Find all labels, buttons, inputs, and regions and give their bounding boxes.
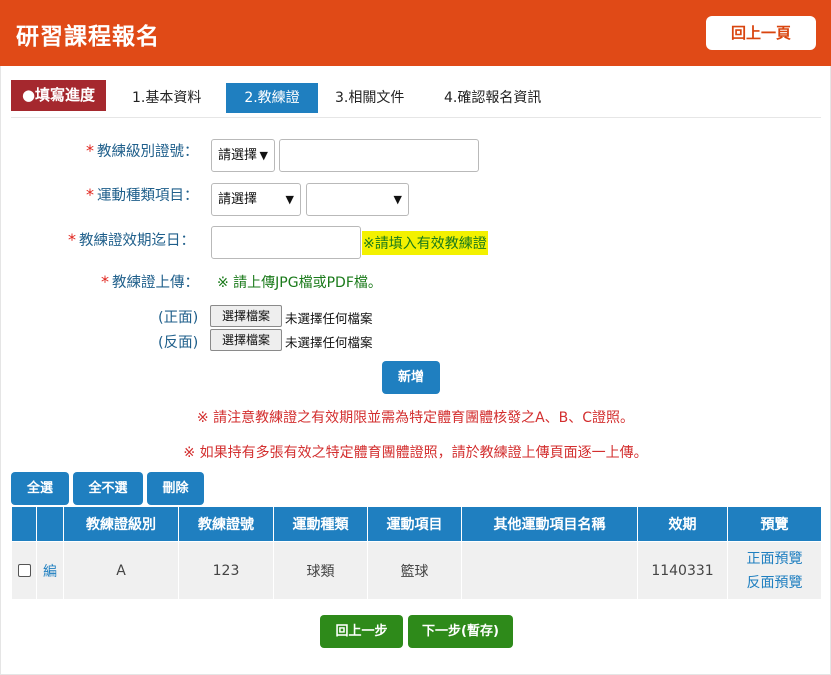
level-label-row: * 教練級別證號： xyxy=(86,140,199,161)
sport-label-row: * 運動種類項目： xyxy=(86,184,199,205)
header-edit-col xyxy=(36,506,64,542)
back-side-label: (反面) xyxy=(158,335,199,351)
expiry-label: 教練證效期迄日： xyxy=(79,233,195,249)
cell-expiry: 1140331 xyxy=(637,541,728,600)
sport-label: 運動種類項目： xyxy=(97,188,199,204)
header-item: 運動項目 xyxy=(367,506,462,542)
level-number-input[interactable] xyxy=(279,139,479,172)
prev-step-button[interactable]: 回上一步 xyxy=(320,615,403,648)
sport-category-select[interactable]: 請選擇 ▼ xyxy=(211,183,301,216)
required-mark: * xyxy=(86,185,94,204)
header-level: 教練證級別 xyxy=(63,506,179,542)
tab-divider xyxy=(11,117,821,118)
tab-basic-info[interactable]: 1.基本資料 xyxy=(132,83,201,113)
upload-hint: ※ 請上傳JPG檔或PDF檔。 xyxy=(217,275,382,291)
add-button[interactable]: 新增 xyxy=(382,361,440,394)
page-header: 研習課程報名 回上一頁 xyxy=(0,0,831,66)
next-step-save-button[interactable]: 下一步(暫存) xyxy=(408,615,513,648)
choose-back-file-button[interactable]: 選擇檔案 xyxy=(210,329,282,351)
expiry-hint: ※請填入有效教練證 xyxy=(362,231,488,255)
upload-label: 教練證上傳： xyxy=(112,275,199,291)
progress-badge: ●填寫進度 xyxy=(11,80,106,111)
header-number: 教練證號 xyxy=(178,506,274,542)
header-checkbox-col xyxy=(11,506,37,542)
select-all-button[interactable]: 全選 xyxy=(11,472,69,505)
cell-category: 球類 xyxy=(273,541,368,600)
cell-other-item xyxy=(461,541,638,600)
upload-label-row: * 教練證上傳： xyxy=(101,271,199,292)
tab-confirm-info[interactable]: 4.確認報名資訊 xyxy=(444,83,541,113)
required-mark: * xyxy=(101,272,109,291)
front-file-status: 未選擇任何檔案 xyxy=(285,311,373,326)
tab-related-documents[interactable]: 3.相關文件 xyxy=(335,83,404,113)
chevron-down-icon: ▼ xyxy=(393,193,402,206)
level-select[interactable]: 請選擇 ▼ xyxy=(211,139,275,172)
tab-coach-license[interactable]: 2.教練證 xyxy=(226,83,318,113)
front-side-label: (正面) xyxy=(158,310,199,326)
back-page-button[interactable]: 回上一頁 xyxy=(706,16,816,50)
cell-preview: 正面預覽 反面預覽 xyxy=(727,541,822,600)
cell-level: A xyxy=(63,541,179,600)
row-edit-cell: 編 xyxy=(36,541,64,600)
notice-multiple-licenses: ※ 如果持有多張有效之特定體育團體證照，請於教練證上傳頁面逐一上傳。 xyxy=(183,445,648,461)
header-preview: 預覽 xyxy=(727,506,822,542)
cell-item: 籃球 xyxy=(367,541,462,600)
edit-link[interactable]: 編 xyxy=(43,564,57,580)
header-category: 運動種類 xyxy=(273,506,368,542)
preview-front-link[interactable]: 正面預覽 xyxy=(728,547,821,571)
delete-button[interactable]: 刪除 xyxy=(147,472,204,505)
license-table: 教練證級別 教練證號 運動種類 運動項目 其他運動項目名稱 效期 預覽 編 A … xyxy=(11,506,822,600)
header-other-item: 其他運動項目名稱 xyxy=(461,506,638,542)
required-mark: * xyxy=(86,141,94,160)
chevron-down-icon: ▼ xyxy=(285,193,294,206)
row-checkbox[interactable] xyxy=(17,564,31,577)
deselect-all-button[interactable]: 全不選 xyxy=(73,472,143,505)
level-label: 教練級別證號： xyxy=(97,144,199,160)
required-mark: * xyxy=(68,230,76,249)
header-expiry: 效期 xyxy=(637,506,728,542)
notice-validity: ※ 請注意教練證之有效期限並需為特定體育團體核發之A、B、C證照。 xyxy=(196,410,635,426)
expiry-label-row: * 教練證效期迄日： xyxy=(68,229,195,250)
expiry-date-input[interactable] xyxy=(211,226,361,259)
cell-number: 123 xyxy=(178,541,274,600)
sport-category-select-value: 請選擇 xyxy=(218,192,258,207)
level-select-value: 請選擇 xyxy=(218,148,258,163)
row-checkbox-cell xyxy=(11,541,37,600)
page-title: 研習課程報名 xyxy=(16,24,160,50)
sport-item-select[interactable]: ▼ xyxy=(306,183,409,216)
preview-back-link[interactable]: 反面預覽 xyxy=(728,571,821,595)
table-row: 編 A 123 球類 籃球 1140331 正面預覽 反面預覽 xyxy=(11,541,822,600)
chevron-down-icon: ▼ xyxy=(259,149,268,162)
choose-front-file-button[interactable]: 選擇檔案 xyxy=(210,305,282,327)
table-header-row: 教練證級別 教練證號 運動種類 運動項目 其他運動項目名稱 效期 預覽 xyxy=(11,506,822,542)
back-file-status: 未選擇任何檔案 xyxy=(285,335,373,350)
